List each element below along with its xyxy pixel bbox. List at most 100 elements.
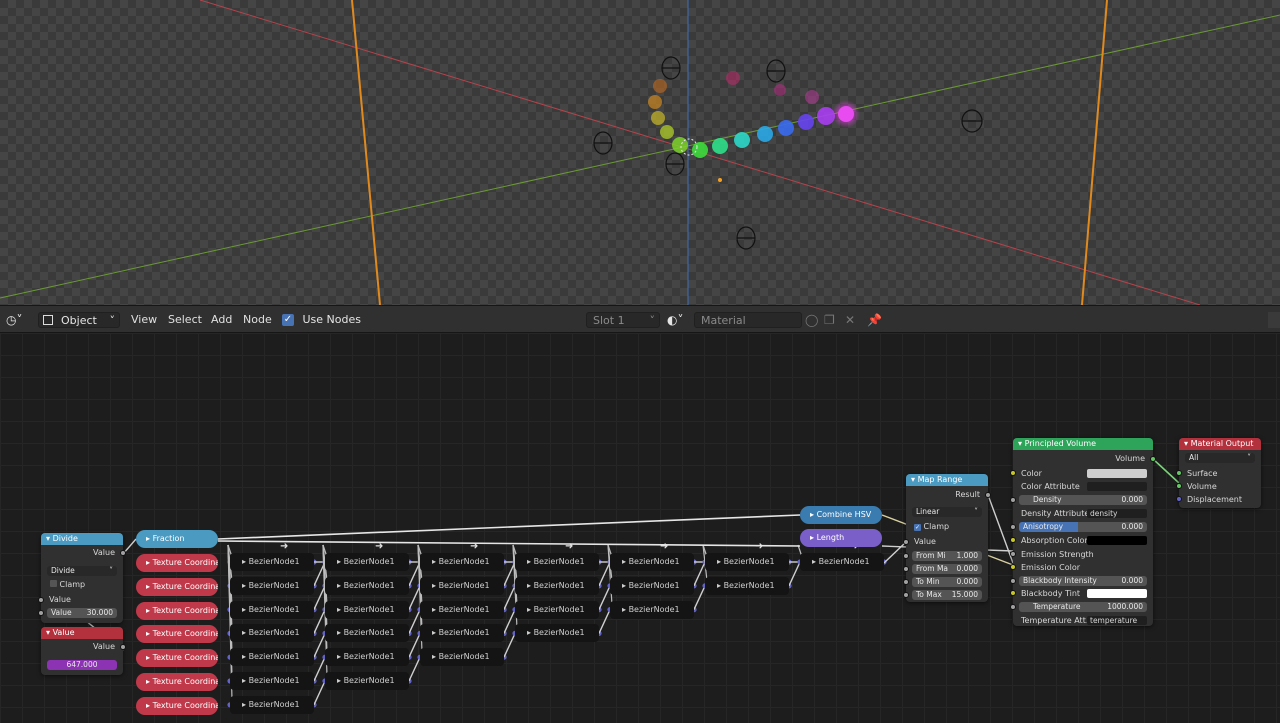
bezier-node[interactable]: ▸ BezierNode1 (325, 553, 409, 571)
emission-color-socket[interactable] (1010, 564, 1016, 570)
bezier-node[interactable]: ▸ BezierNode1 (705, 553, 789, 571)
displacement-socket[interactable] (1176, 496, 1182, 502)
menu-add[interactable]: Add (211, 312, 232, 328)
blackbody-tint-socket[interactable] (1010, 590, 1016, 596)
bezier-node[interactable]: ▸ BezierNode1 (610, 576, 694, 595)
3d-viewport[interactable] (0, 0, 1280, 305)
bezier-node[interactable]: ▸ BezierNode1 (420, 624, 504, 643)
divide-node[interactable]: ▾ Divide Value Divide ˅ Clamp Value Value… (38, 533, 126, 623)
texture-coordinate-node[interactable]: ▸ Texture Coordinate (136, 649, 218, 668)
divide-operation-dropdown[interactable]: Divide ˅ (47, 566, 117, 576)
bezier-node[interactable]: ▸ BezierNode1 (230, 672, 314, 690)
divide-value-field[interactable]: Value 30.000 (47, 608, 117, 618)
blackbody-tint-swatch[interactable] (1087, 589, 1147, 598)
temperature-attribute-field[interactable]: temperature (1087, 616, 1147, 625)
bezier-node[interactable]: ▸ BezierNode1 (325, 648, 409, 667)
divide-clamp-checkbox[interactable]: Clamp (41, 579, 123, 590)
slot-dropdown[interactable]: Slot 1 ˅ (586, 312, 660, 328)
value-node-header[interactable]: ▾ Value (41, 627, 123, 639)
material-name-field[interactable]: Material (694, 312, 802, 328)
color-swatch[interactable] (1087, 469, 1147, 478)
texture-coordinate-node[interactable]: ▸ Texture Coordinate (136, 577, 218, 596)
bezier-node[interactable]: ▸ BezierNode1 (800, 553, 884, 571)
bezier-node[interactable]: ▸ BezierNode1 (420, 600, 504, 619)
color-attribute-field[interactable] (1087, 482, 1147, 491)
map-range-socket[interactable] (903, 553, 909, 559)
emission-strength-socket[interactable] (1010, 551, 1016, 557)
map-range-from-min-field[interactable]: From Mi 1.000 (912, 551, 982, 561)
object-type-dropdown[interactable]: Object ˅ (38, 312, 120, 328)
menu-view[interactable]: View (131, 312, 157, 328)
map-range-socket[interactable] (903, 592, 909, 598)
temperature-socket[interactable] (1010, 604, 1016, 610)
length-node[interactable]: ▸ Length (800, 529, 882, 547)
bezier-node[interactable]: ▸ BezierNode1 (420, 648, 504, 667)
bezier-node[interactable]: ▸ BezierNode1 (230, 553, 314, 571)
menu-select[interactable]: Select (168, 312, 202, 328)
texture-coordinate-node[interactable]: ▸ Texture Coordinate (136, 673, 218, 691)
bezier-node[interactable]: ▸ BezierNode1 (230, 624, 314, 643)
texture-coordinate-node[interactable]: ▸ Texture Coordinate (136, 601, 218, 620)
map-range-clamp-checkbox[interactable]: ✓ Clamp (906, 521, 988, 532)
node-editor-canvas[interactable]: ➜➜➜➜➜➜➜ ▾ Divide Value Divide˅ Clamp Val… (0, 333, 1280, 723)
density-socket[interactable] (1010, 497, 1016, 503)
unlink-close-icon[interactable]: ✕ (845, 312, 855, 328)
divide-output-socket[interactable] (120, 550, 126, 556)
absorption-color-swatch[interactable] (1087, 536, 1147, 545)
divide-node-header[interactable]: ▾ Divide (41, 533, 123, 545)
map-range-node[interactable]: ▾ Map Range Result Linear ˅ ✓ Clamp Value… (903, 474, 991, 602)
map-range-to-min-field[interactable]: To Min 0.000 (912, 577, 982, 587)
blackbody-intensity-socket[interactable] (1010, 578, 1016, 584)
material-output-target-dropdown[interactable]: All ˅ (1185, 453, 1255, 463)
bezier-node[interactable]: ▸ BezierNode1 (515, 553, 599, 571)
temperature-field[interactable]: Temperature 1000.000 (1019, 602, 1147, 612)
editor-type-icon[interactable]: ◷˅ (6, 312, 32, 328)
combine-hsv-node[interactable]: ▸ Combine HSV (800, 506, 882, 524)
fraction-node[interactable]: ▸ Fraction (136, 530, 218, 548)
surface-socket[interactable] (1176, 470, 1182, 476)
anisotropy-field[interactable]: Anisotropy 0.000 (1019, 522, 1147, 532)
duplicate-material-icon[interactable]: ❐ (824, 312, 835, 328)
bezier-node[interactable]: ▸ BezierNode1 (515, 624, 599, 643)
map-range-header[interactable]: ▾ Map Range (906, 474, 988, 486)
color-socket[interactable] (1010, 470, 1016, 476)
bezier-node[interactable]: ▸ BezierNode1 (325, 576, 409, 595)
texture-coordinate-node[interactable]: ▸ Texture Coordinate (136, 625, 218, 644)
material-output-header[interactable]: ▾ Material Output (1179, 438, 1261, 450)
map-range-value-socket[interactable] (903, 539, 909, 545)
bezier-node[interactable]: ▸ BezierNode1 (325, 672, 409, 690)
divide-input-socket-1[interactable] (38, 597, 44, 603)
material-output-node[interactable]: ▾ Material Output All ˅ Surface Volume Di… (1176, 438, 1261, 508)
material-browse-icon[interactable]: ◐˅ (667, 312, 683, 328)
volume-output-socket[interactable] (1150, 456, 1156, 462)
map-range-to-max-field[interactable]: To Max 15.000 (912, 590, 982, 600)
bezier-node[interactable]: ▸ BezierNode1 (230, 576, 314, 595)
use-nodes-checkbox[interactable]: ✓ Use Nodes (282, 312, 361, 328)
volume-socket[interactable] (1176, 483, 1182, 489)
density-field[interactable]: Density 0.000 (1019, 495, 1147, 505)
bezier-node[interactable]: ▸ BezierNode1 (705, 576, 789, 595)
bezier-node[interactable]: ▸ BezierNode1 (515, 576, 599, 595)
bezier-node[interactable]: ▸ BezierNode1 (325, 624, 409, 643)
bezier-node[interactable]: ▸ BezierNode1 (230, 695, 314, 714)
principled-volume-node[interactable]: ▾ Principled Volume Volume Color Color A… (1010, 438, 1156, 626)
bezier-node[interactable]: ▸ BezierNode1 (230, 648, 314, 667)
bezier-node[interactable]: ▸ BezierNode1 (420, 553, 504, 571)
map-range-output-socket[interactable] (985, 492, 991, 498)
bezier-node[interactable]: ▸ BezierNode1 (610, 600, 694, 619)
divide-input-socket-2[interactable] (38, 610, 44, 616)
map-range-from-max-field[interactable]: From Ma 0.000 (912, 564, 982, 574)
value-node[interactable]: ▾ Value Value 647.000 (41, 627, 126, 675)
value-number-field[interactable]: 647.000 (47, 660, 117, 670)
texture-coordinate-node[interactable]: ▸ Texture Coordinate (136, 696, 218, 715)
anisotropy-socket[interactable] (1010, 524, 1016, 530)
principled-volume-header[interactable]: ▾ Principled Volume (1013, 438, 1153, 450)
map-range-socket[interactable] (903, 579, 909, 585)
bezier-node[interactable]: ▸ BezierNode1 (610, 553, 694, 571)
map-range-socket[interactable] (903, 566, 909, 572)
fake-user-shield-icon[interactable]: ◯ (805, 312, 818, 328)
map-range-interpolation-dropdown[interactable]: Linear ˅ (912, 507, 982, 517)
bezier-node[interactable]: ▸ BezierNode1 (325, 600, 409, 619)
bezier-node[interactable]: ▸ BezierNode1 (230, 600, 314, 619)
bezier-node[interactable]: ▸ BezierNode1 (515, 600, 599, 619)
